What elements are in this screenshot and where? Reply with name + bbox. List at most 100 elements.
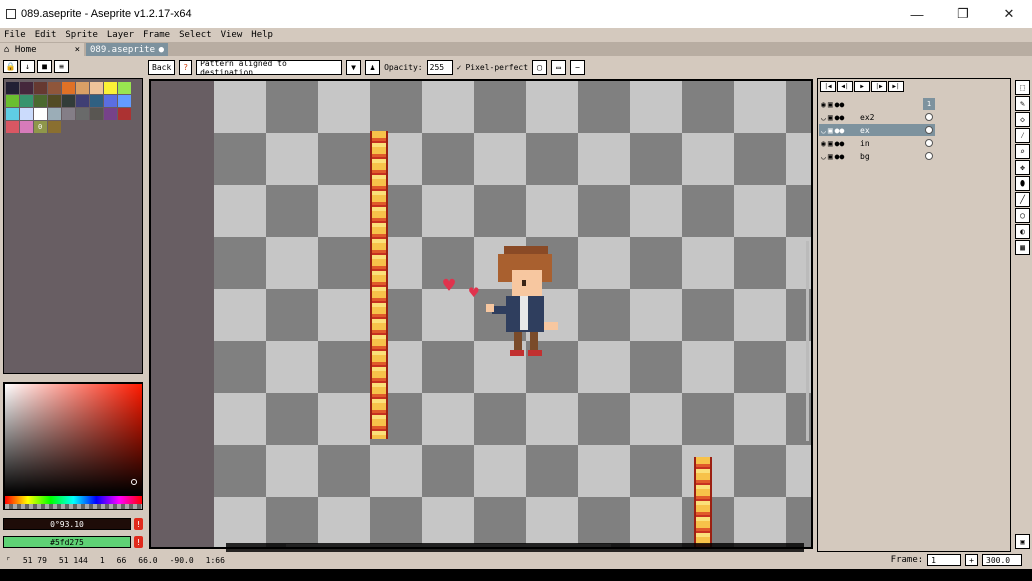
lock-icon[interactable]: 🔒 [3, 60, 18, 73]
palette-swatch[interactable] [48, 108, 61, 120]
prev-frame-icon[interactable]: ◀| [837, 81, 853, 92]
mirror-icon[interactable]: ▭ [551, 60, 567, 75]
layer-row[interactable]: ◉ ▣ ●● in [819, 137, 935, 149]
eraser-icon[interactable]: ◇ [1015, 112, 1030, 127]
cel[interactable] [923, 111, 935, 123]
chevron-down-icon[interactable]: ▼ [346, 60, 362, 75]
maximize-button[interactable]: ❐ [940, 0, 986, 28]
palette-swatch[interactable] [48, 121, 61, 133]
palette-swatch[interactable] [62, 108, 75, 120]
pattern-select[interactable]: Pattern aligned to destination [196, 59, 343, 77]
vertical-scrollbar[interactable] [806, 241, 809, 441]
move-icon[interactable]: ✥ [1015, 160, 1030, 175]
palette-swatch[interactable] [104, 108, 117, 120]
lock-icon[interactable]: ▣ [828, 152, 833, 161]
warning-icon[interactable]: ! [134, 518, 143, 530]
tab-home[interactable]: ⌂ Home × [0, 43, 84, 56]
last-frame-icon[interactable]: ▶| [888, 81, 904, 92]
palette-swatch[interactable] [34, 108, 47, 120]
palette-swatch[interactable] [76, 108, 89, 120]
lock-icon[interactable]: ▣ [828, 126, 833, 135]
palette-swatch[interactable] [90, 108, 103, 120]
link-icon[interactable]: ●● [835, 113, 845, 122]
palette-swatch[interactable] [20, 121, 33, 133]
palette-swatch[interactable] [118, 95, 131, 107]
eye-icon[interactable]: ◡ [821, 152, 826, 161]
frame-input[interactable]: 1 [927, 554, 962, 566]
layer-row-selected[interactable]: ◡ ▣ ●● ex [819, 124, 935, 136]
menu-edit[interactable]: Edit [35, 30, 57, 40]
eye-icon[interactable]: ◡ [821, 113, 826, 122]
palette-swatch[interactable] [104, 95, 117, 107]
minus-icon[interactable]: − [570, 60, 586, 75]
link-icon[interactable]: ●● [835, 126, 845, 135]
menu-select[interactable]: Select [179, 30, 212, 40]
palette-swatch[interactable] [104, 82, 117, 94]
palette-square-icon[interactable]: ■ [37, 60, 52, 73]
play-icon[interactable]: ▶ [854, 81, 870, 92]
palette-swatch[interactable] [48, 95, 61, 107]
menu-frame[interactable]: Frame [143, 30, 170, 40]
palette-swatch[interactable] [6, 95, 19, 107]
ellipse-icon[interactable]: ◯ [1015, 208, 1030, 223]
palette-swatch[interactable] [6, 82, 19, 94]
menu-file[interactable]: File [4, 30, 26, 40]
first-frame-icon[interactable]: |◀ [820, 81, 836, 92]
editor-canvas[interactable]: ♥ ♥ [151, 81, 811, 547]
cel[interactable] [923, 150, 935, 162]
palette-swatch[interactable] [20, 95, 33, 107]
palette-swatch[interactable] [62, 82, 75, 94]
menu-sprite[interactable]: Sprite [65, 30, 98, 40]
palette-swatch[interactable] [6, 108, 19, 120]
layer-header-row[interactable]: ◉ ▣ ●● [819, 98, 935, 110]
lock-icon[interactable]: ▣ [828, 113, 833, 122]
minimize-button[interactable]: — [894, 0, 940, 28]
tab-home-close-icon[interactable]: × [75, 45, 80, 55]
link-icon[interactable]: ●● [835, 100, 845, 109]
palette-swatch[interactable] [20, 108, 33, 120]
color-picker[interactable] [3, 382, 143, 510]
palette-down-icon[interactable]: ↓ [20, 60, 35, 73]
eye-icon[interactable]: ◉ [821, 139, 826, 148]
palette-swatch[interactable] [20, 82, 33, 94]
marquee-icon[interactable]: ⬚ [1015, 80, 1030, 95]
palette-swatch[interactable] [34, 95, 47, 107]
frame-header[interactable]: 1 [923, 98, 935, 110]
menu-layer[interactable]: Layer [107, 30, 134, 40]
palette-swatch[interactable] [76, 95, 89, 107]
palette-swatch[interactable] [90, 82, 103, 94]
layer-row[interactable]: ◡ ▣ ●● ex2 [819, 111, 935, 123]
eyedropper-icon[interactable]: ⁄ [1015, 128, 1030, 143]
pixel-perfect-label[interactable]: Pixel-perfect [465, 63, 528, 72]
close-button[interactable]: ✕ [986, 0, 1032, 28]
zoom-input[interactable]: 300.0 [982, 554, 1022, 566]
palette-swatch[interactable] [48, 82, 61, 94]
palette-swatch[interactable] [62, 95, 75, 107]
background-color-field[interactable]: #5fd275 [3, 536, 131, 548]
symmetry-icon[interactable]: ▢ [532, 60, 548, 75]
palette-swatch[interactable] [76, 82, 89, 94]
menu-view[interactable]: View [221, 30, 243, 40]
alpha-slider[interactable] [5, 504, 142, 509]
palette-swatch[interactable] [118, 108, 131, 120]
preview-icon[interactable]: ▣ [1015, 534, 1030, 549]
tab-document[interactable]: 089.aseprite ● [86, 43, 168, 56]
fill-icon[interactable]: ⬮ [1015, 176, 1030, 191]
layer-row[interactable]: ◡ ▣ ●● bg [819, 150, 935, 162]
link-icon[interactable]: ●● [835, 152, 845, 161]
palette-swatch[interactable] [90, 95, 103, 107]
cel[interactable] [923, 124, 935, 136]
pencil-icon[interactable]: ✎ [1015, 96, 1030, 111]
opacity-input[interactable]: 255 [426, 60, 453, 75]
color-cursor[interactable] [131, 479, 137, 485]
lock-icon[interactable]: ▣ [828, 139, 833, 148]
ink-icon[interactable]: ♟ [365, 60, 381, 75]
warning-icon[interactable]: ! [134, 536, 143, 548]
palette-swatch[interactable] [34, 82, 47, 94]
menu-help[interactable]: Help [251, 30, 273, 40]
contour-icon[interactable]: ◐ [1015, 224, 1030, 239]
link-icon[interactable]: ●● [835, 139, 845, 148]
checkmark-icon[interactable]: ✓ [457, 63, 462, 72]
zoom-icon[interactable]: ⌕ [1015, 144, 1030, 159]
eye-icon[interactable]: ◉ [821, 100, 826, 109]
